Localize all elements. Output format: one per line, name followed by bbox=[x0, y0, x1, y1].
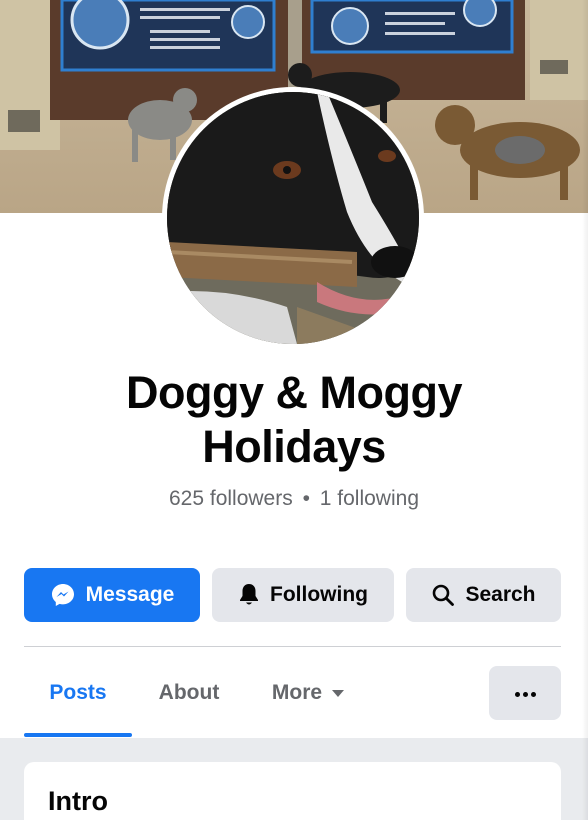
tab-about[interactable]: About bbox=[145, 666, 233, 720]
more-options-button[interactable] bbox=[489, 666, 561, 720]
dog-avatar-image bbox=[167, 92, 419, 344]
profile-picture bbox=[167, 92, 419, 344]
search-button[interactable]: Search bbox=[406, 568, 561, 622]
active-tab-indicator bbox=[24, 733, 132, 737]
caret-down-icon bbox=[332, 689, 345, 697]
page-title: Doggy & Moggy Holidays bbox=[126, 367, 462, 472]
message-button-label: Message bbox=[85, 583, 175, 606]
section-divider bbox=[24, 646, 561, 647]
tab-more[interactable]: More bbox=[258, 666, 358, 720]
tab-more-label: More bbox=[271, 681, 323, 704]
scroll-edge-shade bbox=[582, 0, 588, 820]
intro-title: Intro bbox=[48, 786, 108, 816]
profile-picture-frame[interactable] bbox=[162, 87, 424, 349]
stats-separator: • bbox=[302, 487, 310, 510]
following-count[interactable]: 1 following bbox=[320, 487, 419, 510]
follower-stats: 625 followers • 1 following bbox=[0, 487, 588, 511]
messenger-icon bbox=[51, 584, 74, 606]
following-button-label: Following bbox=[270, 583, 368, 606]
following-button[interactable]: Following bbox=[212, 568, 394, 622]
ellipsis-icon bbox=[513, 684, 537, 702]
bell-icon bbox=[240, 584, 258, 605]
search-button-label: Search bbox=[465, 583, 536, 606]
tab-posts[interactable]: Posts bbox=[24, 666, 132, 720]
followers-count[interactable]: 625 followers bbox=[169, 487, 293, 510]
intro-card: Intro bbox=[24, 762, 561, 820]
message-button[interactable]: Message bbox=[24, 568, 200, 622]
tab-about-label: About bbox=[158, 681, 220, 704]
tab-posts-label: Posts bbox=[49, 681, 107, 704]
search-icon bbox=[433, 584, 455, 606]
